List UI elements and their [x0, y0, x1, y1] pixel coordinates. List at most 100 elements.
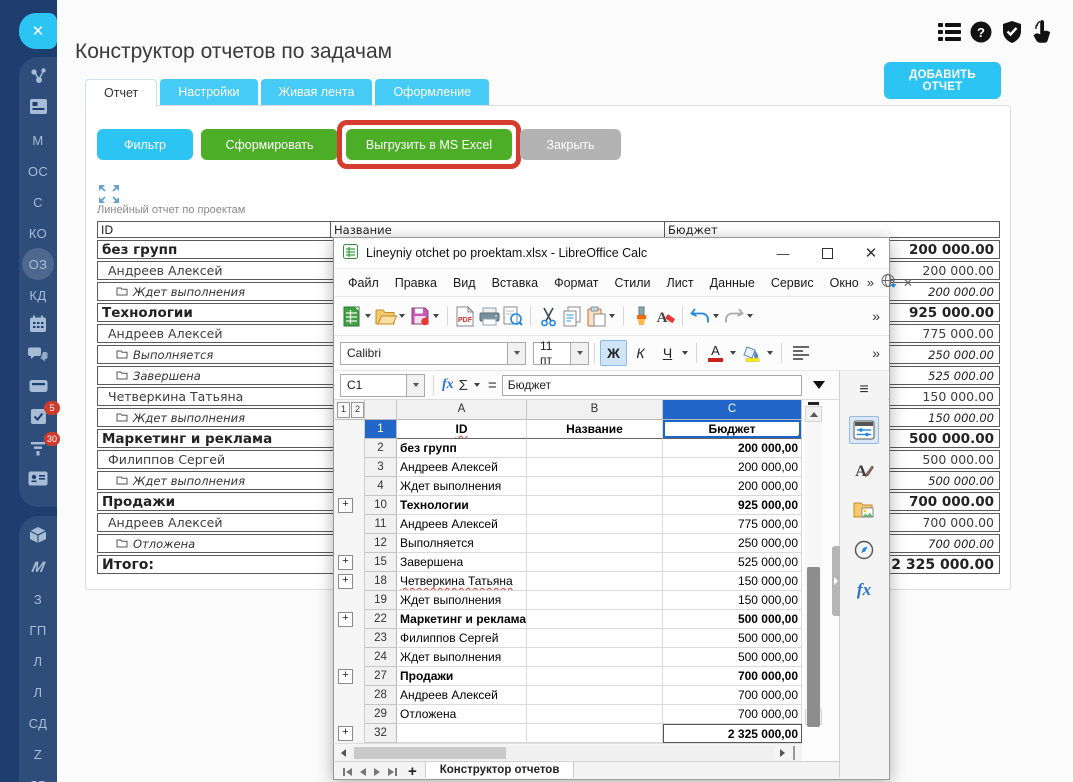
sidebar-properties-icon[interactable]	[849, 416, 879, 444]
cell-A27[interactable]: Продажи	[397, 667, 527, 686]
cell-B2[interactable]	[527, 439, 663, 458]
sidebar-item-share[interactable]	[19, 67, 57, 89]
cell-C10[interactable]: 925 000,00	[663, 496, 802, 515]
cell-B32[interactable]	[527, 724, 663, 743]
add-sheet-button[interactable]: +	[408, 763, 417, 778]
horizontal-scroll-thumb[interactable]	[354, 747, 506, 759]
scroll-left-icon[interactable]	[335, 745, 351, 761]
cell-B24[interactable]	[527, 648, 663, 667]
new-dropdown-icon[interactable]	[365, 314, 371, 318]
row-header-32[interactable]: 32	[365, 724, 397, 743]
split-handle[interactable]	[793, 746, 799, 760]
sidebar-item-з[interactable]: З	[19, 588, 57, 610]
outline-level-button-1[interactable]: 1	[337, 402, 350, 418]
row-header-22[interactable]: 22	[365, 610, 397, 629]
row-header-27[interactable]: 27	[365, 667, 397, 686]
row-header-10[interactable]: 10	[365, 496, 397, 515]
cell-A24[interactable]: Ждет выполнения	[397, 648, 527, 667]
horizontal-scrollbar[interactable]	[335, 743, 802, 761]
cell-B10[interactable]	[527, 496, 663, 515]
outline-expand-button[interactable]: +	[338, 612, 353, 627]
sidebar-item-logo-m[interactable]: M	[19, 557, 57, 579]
vertical-scroll-thumb[interactable]	[807, 567, 820, 727]
column-header-b[interactable]: B	[527, 400, 663, 420]
row-header-29[interactable]: 29	[365, 705, 397, 724]
cell-A11[interactable]: Андреев Алексей	[397, 515, 527, 534]
action-button-фильтр[interactable]: Фильтр	[97, 129, 193, 160]
cell-C18[interactable]: 150 000,00	[663, 572, 802, 591]
row-header-12[interactable]: 12	[365, 534, 397, 553]
cell-B23[interactable]	[527, 629, 663, 648]
underline-dropdown-icon[interactable]	[682, 351, 688, 355]
highlight-color-button[interactable]	[739, 340, 766, 366]
sidebar-item-ос[interactable]: ОС	[19, 160, 57, 182]
first-sheet-icon[interactable]	[340, 765, 355, 779]
last-sheet-icon[interactable]	[385, 765, 400, 779]
cell-C23[interactable]: 500 000,00	[663, 629, 802, 648]
cell-C2[interactable]: 200 000,00	[663, 439, 802, 458]
expand-formula-bar-icon[interactable]	[813, 381, 825, 389]
cell-A3[interactable]: Андреев Алексей	[397, 458, 527, 477]
click-hand-icon[interactable]	[1032, 20, 1052, 44]
menu-вид[interactable]: Вид	[445, 276, 484, 290]
row-header-15[interactable]: 15	[365, 553, 397, 572]
cell-B29[interactable]	[527, 705, 663, 724]
maximize-icon[interactable]	[809, 239, 845, 267]
menu-overflow-chevrons[interactable]: »	[867, 275, 874, 290]
cell-B3[interactable]	[527, 458, 663, 477]
highlight-color-dropdown-icon[interactable]	[767, 351, 773, 355]
cell-C32[interactable]: 2 325 000,00	[663, 724, 802, 743]
cell-B15[interactable]	[527, 553, 663, 572]
sidebar-item-funnel[interactable]: 30	[19, 439, 57, 461]
outline-expand-button[interactable]: +	[338, 726, 353, 741]
cell-C11[interactable]: 775 000,00	[663, 515, 802, 534]
cell-A1[interactable]: ID	[397, 420, 527, 439]
previous-sheet-icon[interactable]	[355, 765, 370, 779]
cell-B11[interactable]	[527, 515, 663, 534]
row-header-2[interactable]: 2	[365, 439, 397, 458]
cell-C22[interactable]: 500 000,00	[663, 610, 802, 629]
sidebar-item-z[interactable]: Z	[19, 743, 57, 765]
bold-button[interactable]: Ж	[600, 340, 627, 366]
horizontal-scroll-track[interactable]	[351, 746, 774, 760]
function-wizard-icon[interactable]: fx	[442, 377, 454, 393]
sidebar-item-cube[interactable]	[19, 526, 57, 548]
font-name-dropdown-icon[interactable]	[507, 343, 525, 364]
print-icon[interactable]	[477, 302, 501, 330]
cell-C28[interactable]: 700 000,00	[663, 686, 802, 705]
cell-C12[interactable]: 250 000,00	[663, 534, 802, 553]
tab-оформление[interactable]: Оформление	[375, 79, 489, 105]
cell-A12[interactable]: Выполняется	[397, 534, 527, 553]
cell-C3[interactable]: 200 000,00	[663, 458, 802, 477]
cell-C24[interactable]: 500 000,00	[663, 648, 802, 667]
redo-icon[interactable]	[722, 302, 746, 330]
sum-icon[interactable]: Σ	[459, 377, 468, 394]
sidebar-styles-icon[interactable]: A	[849, 456, 879, 484]
name-box-dropdown-icon[interactable]	[406, 375, 424, 396]
sidebar-item-гп[interactable]: ГП	[19, 619, 57, 641]
open-icon[interactable]	[374, 302, 398, 330]
cell-B1[interactable]: Название	[527, 420, 663, 439]
cell-C4[interactable]: 200 000,00	[663, 477, 802, 496]
action-button-выгрузить-в-ms-excel[interactable]: Выгрузить в MS Excel	[346, 129, 512, 160]
name-box[interactable]: C1	[340, 374, 425, 397]
cell-A2[interactable]: без групп	[397, 439, 527, 458]
sum-dropdown-icon[interactable]	[474, 383, 480, 387]
cell-A32[interactable]	[397, 724, 527, 743]
cell-A10[interactable]: Технологии	[397, 496, 527, 515]
tab-настройки[interactable]: Настройки	[160, 79, 257, 105]
sidebar-item-idcard[interactable]	[19, 470, 57, 492]
cell-C15[interactable]: 525 000,00	[663, 553, 802, 572]
tab-живая-лента[interactable]: Живая лента	[261, 79, 373, 105]
formatbar-overflow-chevrons[interactable]: »	[872, 345, 889, 361]
action-button-сформировать[interactable]: Сформировать	[201, 129, 338, 160]
next-sheet-icon[interactable]	[370, 765, 385, 779]
sidebar-sidebar-settings-icon[interactable]: ≡	[849, 376, 879, 404]
cell-C27[interactable]: 700 000,00	[663, 667, 802, 686]
export-pdf-icon[interactable]: PDF	[453, 302, 477, 330]
redo-dropdown-icon[interactable]	[747, 314, 753, 318]
paste-dropdown-icon[interactable]	[609, 314, 615, 318]
cell-A4[interactable]: Ждет выполнения	[397, 477, 527, 496]
sidebar-item-сд[interactable]: СД	[19, 712, 57, 734]
open-dropdown-icon[interactable]	[399, 314, 405, 318]
